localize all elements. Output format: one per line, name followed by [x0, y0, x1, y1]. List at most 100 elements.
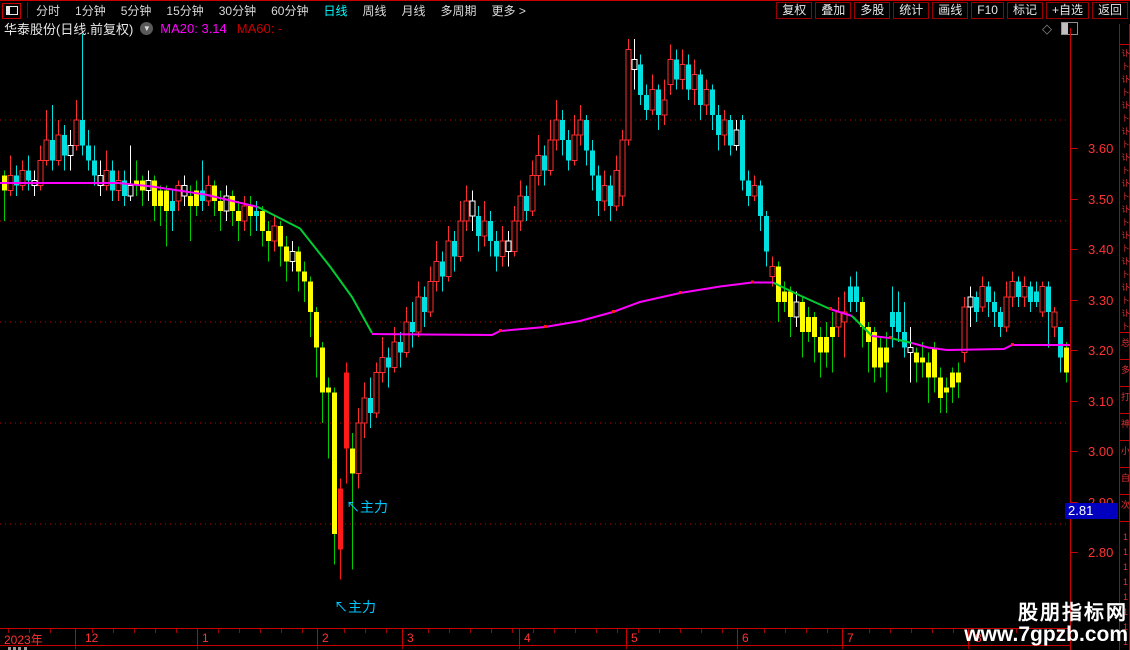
strip-divider [1120, 521, 1130, 522]
candle-body [433, 261, 440, 282]
period-tab[interactable]: 30分钟 [219, 2, 256, 19]
candle-body [674, 59, 679, 80]
candle-body [644, 95, 649, 110]
candle-body [391, 341, 398, 368]
period-tab[interactable]: 月线 [402, 2, 426, 19]
ma-dot [751, 280, 754, 284]
period-tab[interactable]: 5分钟 [121, 2, 152, 19]
candle-body [746, 180, 751, 196]
ma-dot [499, 329, 502, 332]
month-tick [842, 629, 843, 645]
candle-body [86, 145, 91, 161]
candle-body [248, 206, 253, 216]
candle-body [661, 99, 668, 116]
candle-body [427, 281, 434, 313]
candle-body [302, 271, 307, 282]
candle-body [571, 134, 578, 161]
candle-body [361, 397, 368, 424]
week-tick [50, 629, 51, 633]
tool-button[interactable]: 标记 [1006, 1, 1043, 19]
price-tick [1070, 148, 1078, 149]
candle-body [92, 160, 97, 176]
strip-divider [1120, 359, 1130, 360]
candle-body [979, 286, 986, 308]
candle-body [782, 291, 787, 302]
strip-char: 卜 [1121, 88, 1130, 97]
candle-body [566, 140, 571, 161]
week-tick [617, 629, 618, 633]
candle-body [818, 337, 823, 353]
candle-body [577, 119, 584, 136]
tool-button[interactable]: 多股 [854, 1, 891, 19]
tool-button[interactable]: 画线 [932, 1, 969, 19]
strip-char: 卜 [1121, 322, 1130, 331]
strip-char: 讣 [1121, 283, 1130, 292]
candle-body [529, 175, 536, 212]
minimized-quote-strip[interactable]: 讣卜讣卜讣卜讣卜讣卜讣卜讣卜讣卜讣卜讣卜讣卜总多打神小自次11111111 [1119, 24, 1130, 650]
layout-panel-icon[interactable] [2, 2, 21, 19]
tool-button[interactable]: 叠加 [815, 1, 852, 19]
candle-body [613, 170, 620, 207]
week-tick [470, 629, 471, 633]
tool-button[interactable]: 返回 [1091, 1, 1128, 19]
candle-body [679, 64, 686, 80]
strip-char: 卜 [1121, 218, 1130, 227]
strip-char: 总 [1120, 338, 1130, 348]
date-axis-label: 2 [322, 631, 329, 645]
candle-body [703, 89, 710, 106]
period-tab[interactable]: 分时 [36, 2, 60, 19]
period-tab[interactable]: 60分钟 [271, 2, 308, 19]
tool-button[interactable]: 统计 [893, 1, 930, 19]
period-tab[interactable]: 周线 [362, 2, 386, 19]
tool-button[interactable]: 复权 [776, 1, 813, 19]
candle-body [788, 291, 793, 317]
candle-body [488, 221, 493, 241]
clipped-tick [626, 646, 627, 649]
candle-body [764, 216, 769, 252]
candle-body [649, 89, 656, 111]
ma-dot [612, 310, 615, 313]
candle-body [926, 362, 931, 378]
candle-body [296, 251, 301, 272]
period-tab[interactable]: 1分钟 [75, 2, 106, 19]
date-axis-label: 3 [407, 631, 414, 645]
week-tick [785, 629, 786, 633]
ma-dot [679, 291, 682, 294]
candlestick-chart[interactable]: ↖主力 ↖主力 [0, 28, 1070, 628]
week-tick [659, 629, 660, 633]
week-tick [764, 629, 765, 633]
candle-body [1016, 281, 1021, 297]
strip-char: 卜 [1121, 62, 1130, 71]
candle-body [218, 201, 223, 211]
candle-body [800, 302, 805, 332]
candle-body [158, 190, 163, 206]
week-tick [575, 629, 576, 633]
candle-body [469, 200, 476, 217]
candle-body [494, 241, 499, 257]
period-tab[interactable]: 15分钟 [166, 2, 203, 19]
candle-body [386, 357, 391, 368]
month-tick [626, 629, 627, 645]
period-tab[interactable]: 更多 > [492, 2, 526, 19]
candle-body [1039, 286, 1046, 313]
week-tick [176, 629, 177, 633]
strip-char: 1 [1122, 592, 1128, 602]
candle-body [344, 372, 349, 449]
period-tab[interactable]: 多周期 [441, 2, 477, 19]
candle-body [212, 185, 217, 201]
period-tab[interactable]: 日线 [323, 2, 347, 19]
month-tick [197, 629, 198, 645]
ma-dot [544, 325, 547, 328]
candle-body [440, 261, 445, 277]
candle-body [373, 372, 380, 414]
strip-char: 自 [1120, 473, 1130, 483]
tool-button[interactable]: F10 [971, 1, 1004, 19]
candle-body [1034, 291, 1039, 302]
month-tick [75, 629, 76, 645]
candle-body [590, 150, 595, 176]
tool-button[interactable]: +自选 [1045, 1, 1089, 19]
candle-body [524, 196, 529, 211]
candle-body [824, 337, 829, 353]
candle-body [920, 357, 925, 363]
strip-char: 讣 [1121, 153, 1130, 162]
